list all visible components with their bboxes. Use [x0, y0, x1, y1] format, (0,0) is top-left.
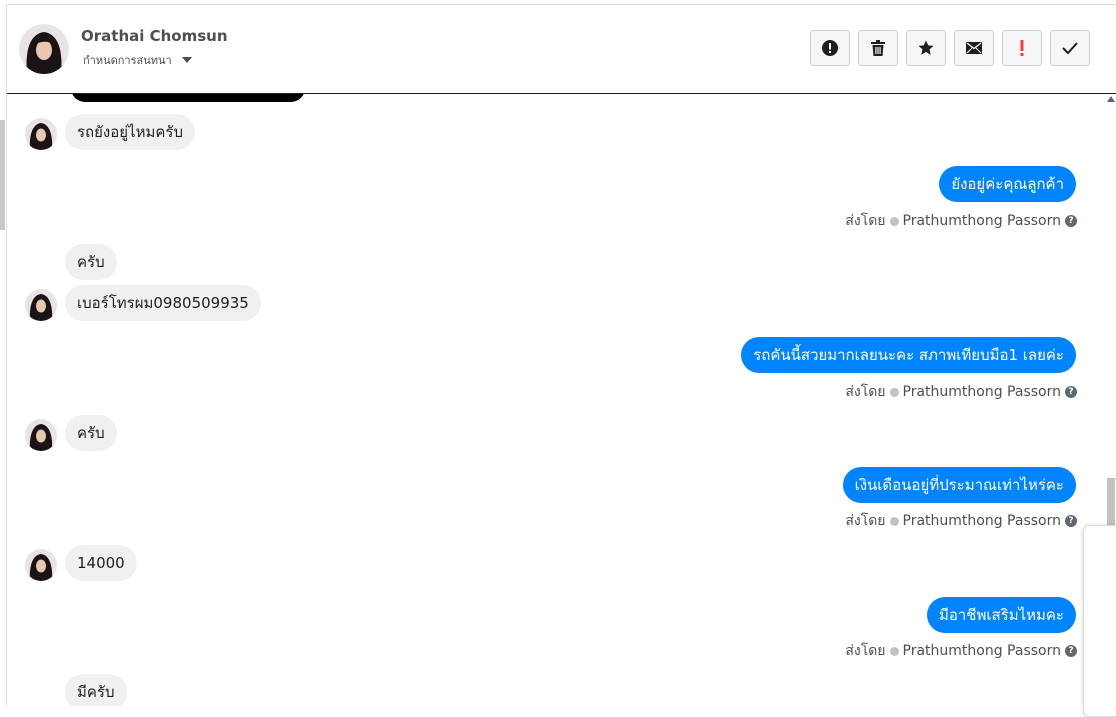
sent-by-line: ส่งโดย Prathumthong Passorn ? — [845, 381, 1077, 403]
incoming-message[interactable]: ครับ — [65, 244, 117, 280]
delete-button[interactable] — [858, 30, 898, 66]
mark-done-button[interactable] — [1050, 30, 1090, 66]
sent-by-line: ส่งโดย Prathumthong Passorn ? — [845, 510, 1077, 532]
contact-avatar-small — [25, 549, 57, 581]
check-icon — [1062, 42, 1078, 54]
star-button[interactable] — [906, 30, 946, 66]
question-icon[interactable]: ? — [1065, 386, 1077, 398]
agent-name[interactable]: Prathumthong Passorn — [903, 213, 1061, 229]
sent-by-label: ส่งโดย — [845, 213, 886, 229]
spam-button[interactable] — [810, 30, 850, 66]
message-list[interactable]: รถยังอยู่ไหมครับ ยังอยู่ค่ะคุณลูกค้า ส่ง… — [7, 94, 1107, 706]
agent-name[interactable]: Prathumthong Passorn — [903, 643, 1061, 659]
envelope-icon — [966, 42, 982, 54]
sent-by-label: ส่งโดย — [845, 643, 886, 659]
check-circle-icon — [889, 516, 899, 526]
important-button[interactable] — [1002, 30, 1042, 66]
question-icon[interactable]: ? — [1065, 515, 1077, 527]
check-circle-icon — [889, 646, 899, 656]
conversation-header: Orathai Chomsun กำหนดการสนทนา — [7, 5, 1116, 94]
incoming-message[interactable]: 14000 — [65, 545, 137, 581]
outgoing-message[interactable]: เงินเดือนอยู่ที่ประมาณเท่าไหร่คะ — [842, 467, 1076, 503]
scroll-up-arrow-icon[interactable] — [1107, 96, 1115, 102]
agent-name[interactable]: Prathumthong Passorn — [903, 384, 1061, 400]
sent-by-line: ส่งโดย Prathumthong Passorn ? — [845, 640, 1077, 662]
side-panel — [1083, 525, 1116, 717]
caret-down-icon — [181, 57, 192, 63]
contact-avatar[interactable] — [19, 24, 69, 74]
exclamation-circle-icon — [822, 40, 838, 56]
contact-avatar-small — [25, 419, 57, 451]
left-scrollbar[interactable] — [0, 120, 5, 230]
trash-icon — [871, 40, 885, 56]
question-icon[interactable]: ? — [1065, 215, 1077, 227]
incoming-message[interactable]: รถยังอยู่ไหมครับ — [65, 114, 195, 150]
conversation-settings-label: กำหนดการสนทนา — [83, 54, 172, 67]
contact-name[interactable]: Orathai Chomsun — [81, 27, 228, 45]
incoming-message[interactable]: เบอร์โทรผม0980509935 — [65, 285, 261, 321]
outgoing-message[interactable]: ยังอยู่ค่ะคุณลูกค้า — [939, 166, 1076, 202]
sent-by-label: ส่งโดย — [845, 513, 886, 529]
mark-unread-button[interactable] — [954, 30, 994, 66]
outgoing-message[interactable]: รถคันนี้สวยมากเลยนะคะ สภาพเทียบมือ1 เลยค… — [741, 337, 1076, 373]
check-circle-icon — [889, 387, 899, 397]
incoming-message[interactable]: ครับ — [65, 415, 117, 451]
previous-message-attachment — [71, 94, 305, 102]
contact-avatar-small — [25, 289, 57, 321]
outgoing-message[interactable]: มีอาชีพเสริมไหมคะ — [926, 597, 1076, 633]
conversation-settings-dropdown[interactable]: กำหนดการสนทนา — [83, 51, 192, 69]
sent-by-line: ส่งโดย Prathumthong Passorn ? — [845, 210, 1077, 232]
incoming-message[interactable]: มีครับ — [65, 674, 127, 706]
question-icon[interactable]: ? — [1065, 645, 1077, 657]
sent-by-label: ส่งโดย — [845, 384, 886, 400]
star-icon — [918, 40, 934, 55]
exclamation-icon — [1020, 40, 1024, 56]
message-list-scrollbar[interactable] — [1107, 478, 1115, 526]
check-circle-icon — [889, 216, 899, 226]
contact-avatar-small — [25, 118, 57, 150]
agent-name[interactable]: Prathumthong Passorn — [903, 513, 1061, 529]
